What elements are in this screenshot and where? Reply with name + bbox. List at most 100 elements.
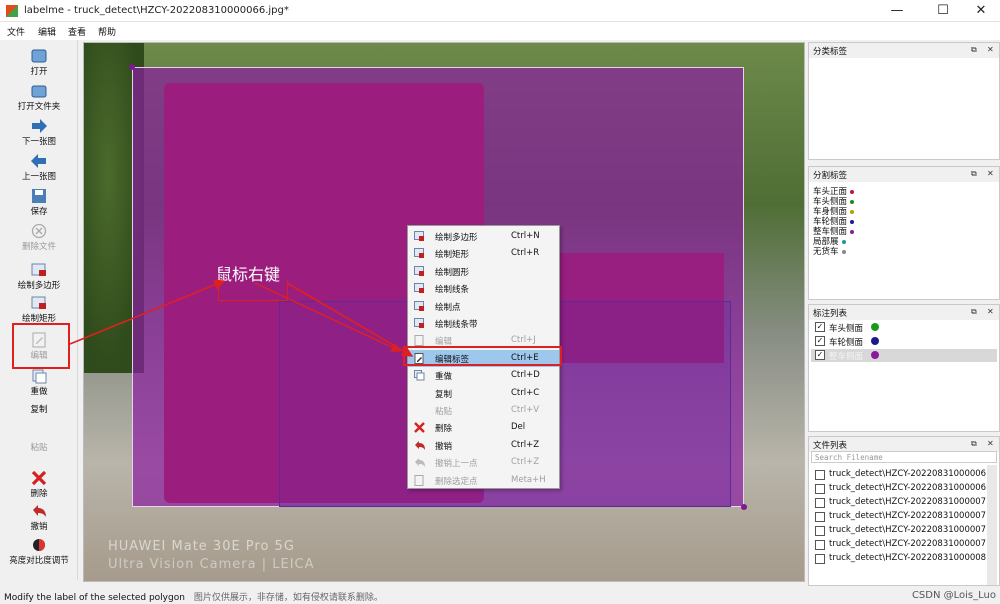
- dock-float-icon[interactable]: ⧉: [971, 307, 977, 317]
- tool-delete-file[interactable]: 删除文件: [0, 223, 78, 252]
- folder-icon: [31, 85, 47, 98]
- file-list-scrollbar[interactable]: [987, 465, 997, 585]
- camera-watermark-line2: Ultra Vision Camera | LEICA: [108, 557, 315, 572]
- undo-icon: [33, 505, 46, 517]
- polygon-vertex[interactable]: [741, 504, 747, 510]
- dock-close-icon[interactable]: ✕: [987, 169, 994, 178]
- file-row[interactable]: truck_detect\HZCY-20220831000006: [811, 482, 989, 496]
- annotation-label: 车轮侧面: [829, 338, 864, 348]
- csdn-credit: CSDN @Lois_Luo: [911, 590, 996, 601]
- file-checkbox[interactable]: [815, 512, 825, 522]
- polygon-vertex[interactable]: [129, 64, 135, 70]
- file-row[interactable]: truck_detect\HZCY-20220831000008: [811, 552, 989, 566]
- tool-open-label: 打开: [30, 67, 48, 77]
- labels-dock: 分割标签 ⧉ ✕ 车头正面 车头侧面 车身侧面 车轮侧面 整车侧面 局部展 无货…: [808, 166, 1000, 300]
- tool-draw-rectangle[interactable]: 绘制矩形: [0, 295, 78, 324]
- tool-undo[interactable]: 撤销: [0, 503, 78, 532]
- edit-icon: [414, 335, 424, 347]
- ctx-draw-linestrip[interactable]: 绘制线条带: [408, 315, 559, 332]
- tool-copy[interactable]: 复制: [0, 402, 78, 415]
- menu-file[interactable]: 文件: [7, 25, 25, 38]
- ctx-draw-point[interactable]: 绘制点: [408, 298, 559, 315]
- file-search-input[interactable]: Search Filename: [811, 451, 997, 463]
- dock-close-icon[interactable]: ✕: [987, 439, 994, 448]
- ctx-label: 复制: [435, 389, 453, 400]
- minimize-button[interactable]: —: [878, 0, 916, 22]
- left-toolbar: 打开 打开文件夹 下一张图 上一张图 保存 删除文件 绘制多边形 绘制矩形 编辑…: [0, 40, 78, 580]
- annotation-row[interactable]: ✓ 车轮侧面: [811, 335, 997, 348]
- ctx-delete-selected-point[interactable]: 删除选定点 Meta+H: [408, 472, 559, 489]
- annotation-checkbox[interactable]: ✓: [815, 336, 825, 346]
- annotation-row-selected[interactable]: ✓ 整车侧面: [811, 349, 997, 362]
- tool-delete[interactable]: 删除: [0, 470, 78, 499]
- maximize-button[interactable]: ☐: [924, 0, 962, 22]
- file-checkbox[interactable]: [815, 554, 825, 564]
- menu-edit[interactable]: 编辑: [38, 25, 56, 38]
- ctx-label: 撤销上一点: [435, 459, 478, 470]
- annotation-checkbox[interactable]: ✓: [815, 322, 825, 332]
- flags-dock: 分类标签 ⧉ ✕: [808, 42, 1000, 160]
- tool-open[interactable]: 打开: [0, 48, 78, 77]
- annotation-label: 车头侧面: [829, 324, 864, 334]
- file-row[interactable]: truck_detect\HZCY-20220831000007: [811, 538, 989, 552]
- delete-icon: [414, 422, 425, 434]
- menu-bar: 文件 编辑 查看 帮助: [0, 22, 1000, 40]
- close-button[interactable]: ✕: [962, 0, 1000, 22]
- dock-float-icon[interactable]: ⧉: [971, 439, 977, 449]
- file-name: truck_detect\HZCY-20220831000007: [829, 539, 987, 549]
- tool-brightness-contrast[interactable]: 亮度对比度调节: [0, 537, 78, 566]
- ctx-draw-circle[interactable]: 绘制圆形: [408, 263, 559, 280]
- ctx-label: 删除选定点: [435, 476, 478, 487]
- ctx-draw-polygon[interactable]: 绘制多边形 Ctrl+N: [408, 228, 559, 245]
- label-text: 无货车: [813, 247, 839, 257]
- ctx-draw-rectangle[interactable]: 绘制矩形 Ctrl+R: [408, 245, 559, 262]
- ctx-label: 绘制线条: [435, 285, 470, 296]
- tool-save[interactable]: 保存: [0, 188, 78, 217]
- ctx-shortcut: Ctrl+Z: [511, 457, 540, 468]
- ctx-shortcut: Meta+H: [511, 474, 546, 485]
- file-checkbox[interactable]: [815, 498, 825, 508]
- file-row[interactable]: truck_detect\HZCY-20220831000006: [811, 468, 989, 482]
- ctx-copy[interactable]: 复制 Ctrl+C: [408, 385, 559, 402]
- annotation-checkbox[interactable]: ✓: [815, 350, 825, 360]
- menu-view[interactable]: 查看: [68, 25, 86, 38]
- file-row[interactable]: truck_detect\HZCY-20220831000007: [811, 496, 989, 510]
- ctx-undo[interactable]: 撤销 Ctrl+Z: [408, 437, 559, 454]
- file-checkbox[interactable]: [815, 484, 825, 494]
- tool-open-folder[interactable]: 打开文件夹: [0, 83, 78, 112]
- dock-close-icon[interactable]: ✕: [987, 45, 994, 54]
- file-checkbox[interactable]: [815, 470, 825, 480]
- undo-point-icon: [415, 458, 425, 468]
- file-name: truck_detect\HZCY-20220831000008: [829, 553, 987, 563]
- tool-save-label: 保存: [30, 207, 48, 217]
- ctx-label: 粘贴: [435, 407, 453, 417]
- label-item[interactable]: 无货车: [813, 245, 846, 257]
- tool-draw-polygon-label: 绘制多边形: [17, 281, 61, 291]
- ctx-redo[interactable]: 重做 Ctrl+D: [408, 367, 559, 384]
- file-row[interactable]: truck_detect\HZCY-20220831000007: [811, 524, 989, 538]
- dock-float-icon[interactable]: ⧉: [971, 169, 977, 179]
- menu-help[interactable]: 帮助: [98, 25, 116, 38]
- tool-paste[interactable]: 粘贴: [0, 440, 78, 453]
- delete-icon: [31, 470, 47, 486]
- file-name: truck_detect\HZCY-20220831000007: [829, 525, 987, 535]
- dock-float-icon[interactable]: ⧉: [971, 45, 977, 55]
- ctx-paste[interactable]: 粘贴 Ctrl+V: [408, 402, 559, 419]
- title-bar: labelme - truck_detect\HZCY-202208310000…: [0, 0, 1000, 22]
- tool-draw-polygon[interactable]: 绘制多边形: [0, 262, 78, 291]
- annotation-row[interactable]: ✓ 车头侧面: [811, 321, 997, 334]
- ctx-draw-line[interactable]: 绘制线条: [408, 280, 559, 297]
- file-checkbox[interactable]: [815, 526, 825, 536]
- file-row[interactable]: truck_detect\HZCY-20220831000007: [811, 510, 989, 524]
- file-checkbox[interactable]: [815, 540, 825, 550]
- tool-next-image[interactable]: 下一张图: [0, 118, 78, 147]
- dock-close-icon[interactable]: ✕: [987, 307, 994, 316]
- annotation-bracket: [218, 281, 288, 301]
- rectangle-icon: [31, 296, 46, 309]
- tool-prev-image[interactable]: 上一张图: [0, 153, 78, 182]
- ctx-shortcut: Ctrl+Z: [511, 439, 540, 450]
- ctx-undo-last-point[interactable]: 撤销上一点 Ctrl+Z: [408, 454, 559, 471]
- tool-redo[interactable]: 重做: [0, 368, 78, 397]
- arrow-left-icon: [31, 154, 46, 168]
- ctx-delete[interactable]: 删除 Del: [408, 419, 559, 436]
